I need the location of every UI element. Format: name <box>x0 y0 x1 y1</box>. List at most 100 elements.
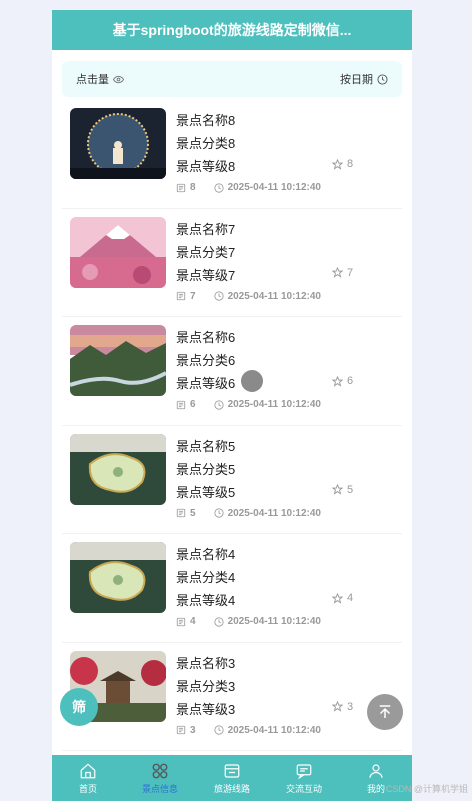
publish-time: 2025-04-11 10:12:40 <box>227 182 321 193</box>
attraction-level: 景点等级3 <box>176 701 236 717</box>
view-count-icon <box>176 400 186 409</box>
view-count-icon <box>176 725 186 735</box>
view-count-icon <box>176 183 186 192</box>
clock-icon <box>213 616 224 627</box>
cave-silhouette-image <box>70 108 166 179</box>
list-item[interactable]: 景点名称7 景点分类7 景点等级7 7 7 2025-04-11 10:12:4… <box>62 209 402 317</box>
sort-by-date-label: 按日期 <box>340 74 373 86</box>
grid-icon <box>152 763 168 778</box>
attraction-name: 景点名称4 <box>176 547 236 562</box>
tab-label: 首页 <box>78 783 97 794</box>
attraction-name: 景点名称5 <box>176 438 236 454</box>
attraction-level: 景点等级4 <box>176 593 236 608</box>
arrow-up-icon <box>379 705 391 718</box>
favorite-count[interactable]: 8 <box>332 158 353 170</box>
sort-by-clicks-label: 点击量 <box>76 74 109 86</box>
item-meta: 3 2025-04-11 10:12:40 <box>176 725 321 736</box>
phone-frame: 基于springboot的旅游线路定制微信... 点击量 按日期 景点名称8 景… <box>52 10 412 801</box>
attraction-category: 景点分类7 <box>176 244 236 260</box>
attraction-level: 景点等级6 <box>176 376 236 391</box>
favorite-count[interactable]: 3 <box>332 701 353 713</box>
tab-label: 景点信息 <box>141 783 178 794</box>
attraction-thumbnail <box>70 433 166 505</box>
attraction-name: 景点名称7 <box>176 221 236 237</box>
tab-community[interactable]: 交流互动 <box>268 755 340 801</box>
star-icon <box>332 375 343 387</box>
tab-routes[interactable]: 旅游线路 <box>196 755 268 801</box>
publish-time: 2025-04-11 10:12:40 <box>227 507 321 519</box>
view-count-icon <box>176 508 186 518</box>
view-count: 7 <box>190 290 196 302</box>
publish-time: 2025-04-11 10:12:40 <box>227 724 321 736</box>
user-icon <box>369 763 383 778</box>
publish-time: 2025-04-11 10:12:40 <box>227 616 321 627</box>
tab-label: 交流互动 <box>285 783 322 794</box>
list-item[interactable]: 景点名称8 景点分类8 景点等级8 8 8 2025-04-11 10:12:4… <box>62 100 402 209</box>
item-meta: 6 2025-04-11 10:12:40 <box>176 399 321 410</box>
attraction-name: 景点名称6 <box>176 330 236 345</box>
view-count: 3 <box>190 724 196 736</box>
attraction-name: 景点名称8 <box>176 113 236 128</box>
home-icon <box>80 762 96 778</box>
attraction-category: 景点分类3 <box>176 678 236 694</box>
clock-icon <box>213 725 224 735</box>
attraction-thumbnail <box>70 216 166 288</box>
list-item[interactable]: 景点名称6 景点分类6 景点等级6 6 6 2025-04-11 10:12:4… <box>62 317 402 426</box>
clock-icon <box>213 291 224 301</box>
publish-time: 2025-04-11 10:12:40 <box>227 399 321 410</box>
publish-time: 2025-04-11 10:12:40 <box>227 290 321 302</box>
item-meta: 8 2025-04-11 10:12:40 <box>176 182 321 193</box>
list-item[interactable]: 景点名称5 景点分类5 景点等级5 5 5 2025-04-11 10:12:4… <box>62 426 402 534</box>
tab-label: 旅游线路 <box>213 783 250 794</box>
app-title: 基于springboot的旅游线路定制微信... <box>112 22 352 38</box>
watermark: CSDN @计算机学姐 <box>385 784 468 794</box>
route-icon <box>224 763 240 778</box>
view-count-icon <box>176 291 186 301</box>
clock-icon <box>213 182 224 193</box>
view-count: 6 <box>190 399 196 410</box>
eye-icon <box>113 75 124 83</box>
clock-icon <box>377 73 388 85</box>
clock-icon <box>213 508 224 518</box>
attraction-category: 景点分类4 <box>176 570 236 585</box>
clock-icon <box>213 399 224 410</box>
item-meta: 7 2025-04-11 10:12:40 <box>176 291 321 302</box>
favorite-count[interactable]: 6 <box>332 375 353 387</box>
tab-home[interactable]: 首页 <box>52 755 124 801</box>
star-icon <box>332 158 343 170</box>
attraction-name: 景点名称3 <box>176 655 236 671</box>
favorite-count[interactable]: 5 <box>332 484 353 496</box>
list-item[interactable]: 景点名称4 景点分类4 景点等级4 4 4 2025-04-11 10:12:4… <box>62 534 402 643</box>
back-to-top-button[interactable] <box>367 694 403 730</box>
sort-bar: 点击量 按日期 <box>62 61 402 97</box>
sort-by-date-button[interactable]: 按日期 <box>340 71 388 87</box>
tab-attractions[interactable]: 景点信息 <box>124 755 196 801</box>
map-art-image <box>70 433 166 505</box>
favorite-count[interactable]: 7 <box>332 267 353 279</box>
tab-label: 我的 <box>366 783 385 794</box>
attraction-category: 景点分类8 <box>176 136 236 151</box>
view-count: 5 <box>190 507 196 519</box>
attraction-category: 景点分类6 <box>176 353 236 368</box>
attraction-level: 景点等级5 <box>176 484 236 500</box>
list-item[interactable]: 景点名称3 景点分类3 景点等级3 3 3 2025-04-11 10:12:4… <box>62 643 402 751</box>
attraction-list: 景点名称8 景点分类8 景点等级8 8 8 2025-04-11 10:12:4… <box>62 100 402 751</box>
attraction-level: 景点等级8 <box>176 159 236 174</box>
sort-by-clicks-button[interactable]: 点击量 <box>76 71 124 87</box>
favorite-count[interactable]: 4 <box>332 592 353 604</box>
pink-mountain-image <box>70 216 166 288</box>
map-art-image <box>70 542 166 613</box>
view-count: 4 <box>190 616 196 627</box>
app-title-bar: 基于springboot的旅游线路定制微信... <box>52 10 412 50</box>
filter-button[interactable]: 筛 <box>60 688 98 726</box>
view-count: 8 <box>190 182 196 193</box>
star-icon <box>332 592 343 604</box>
attraction-level: 景点等级7 <box>176 267 236 283</box>
view-count-icon <box>176 617 186 626</box>
item-meta: 5 2025-04-11 10:12:40 <box>176 508 321 519</box>
bottom-tab-bar: 首页 景点信息 旅游线路 交流互动 我的 <box>52 755 412 801</box>
item-meta: 4 2025-04-11 10:12:40 <box>176 616 321 627</box>
attraction-thumbnail <box>70 325 166 396</box>
star-icon <box>332 267 343 278</box>
filter-button-label: 筛 <box>72 699 86 715</box>
